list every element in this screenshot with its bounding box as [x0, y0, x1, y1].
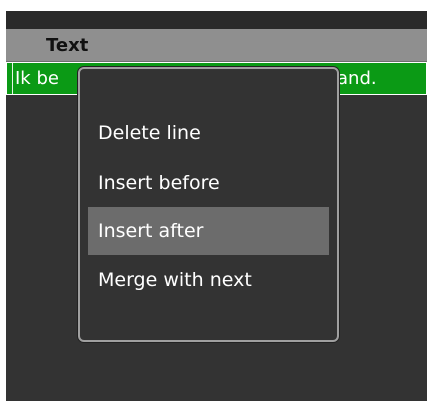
table-top-strip [6, 11, 427, 29]
app-viewport: Text Ik be and. Delete line Insert befor… [0, 0, 427, 401]
subtitle-table-panel: Text Ik be and. Delete line Insert befor… [6, 11, 427, 401]
context-menu: Delete line Insert before Insert after M… [78, 67, 339, 342]
table-header-row: Text [6, 29, 427, 62]
row-text-left: Ik be [15, 68, 59, 89]
menu-item-merge-with-next[interactable]: Merge with next [88, 256, 329, 304]
row-text-right: and. [337, 68, 377, 89]
menu-item-delete-line[interactable]: Delete line [88, 109, 329, 157]
column-header-text[interactable]: Text [6, 29, 427, 62]
menu-item-insert-after[interactable]: Insert after [88, 207, 329, 255]
menu-item-insert-before[interactable]: Insert before [88, 159, 329, 207]
